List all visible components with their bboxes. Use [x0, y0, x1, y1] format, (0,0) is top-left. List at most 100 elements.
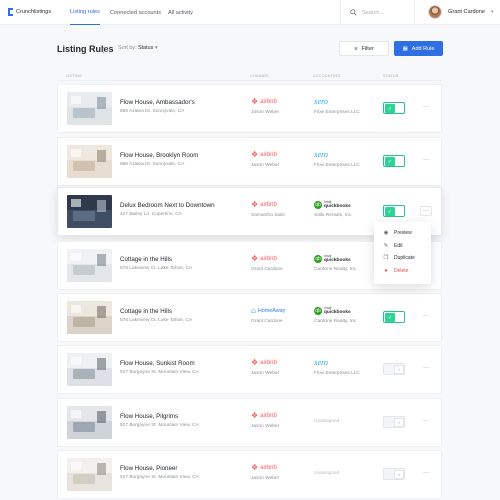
listing-thumbnail: [67, 458, 112, 491]
ellipsis-icon: ···: [423, 157, 429, 163]
status-toggle[interactable]: ✕: [383, 416, 405, 428]
x-icon: ✕: [394, 365, 404, 374]
channel-logo-text: HomeAway: [257, 307, 286, 314]
more-options-button[interactable]: ···: [420, 206, 432, 216]
user-name: Grant Cardone: [448, 9, 486, 15]
column-header-channel: CHANNEL: [250, 74, 270, 78]
listing-name: Cottage in the Hills: [120, 256, 172, 263]
listing-thumbnail: [67, 195, 112, 228]
channel-user: Jason Weber: [251, 476, 280, 481]
copy-icon: ❐: [383, 255, 389, 262]
listing-name: Flow House, Pioneer: [120, 465, 178, 472]
menu-item-label: Preview: [394, 230, 412, 237]
avatar: [428, 5, 442, 19]
xero-logo: xero: [314, 358, 328, 367]
channel-logo-text: airbnb: [260, 98, 277, 105]
homeaway-icon: ⌂: [251, 306, 256, 315]
pencil-icon: ✎: [383, 242, 389, 249]
listing-name: Flow House, Sunkist Room: [120, 360, 195, 367]
channel-logo-text: airbnb: [260, 201, 277, 208]
table-row[interactable]: Flow House, Ambassador's 886 Azalea Dr. S…: [57, 84, 442, 133]
channel-logo-text: airbnb: [260, 412, 277, 419]
table-row[interactable]: Cottage in the Hills 575 Lakeview Ct. Lak…: [57, 293, 442, 342]
homeaway-logo: ⌂ HomeAway: [251, 306, 285, 315]
filter-icon: ≡: [354, 45, 358, 52]
nav-connected-accounts[interactable]: Connected accounts: [110, 0, 161, 25]
status-toggle[interactable]: ✓: [383, 205, 405, 217]
listing-name: Delux Bedroom Next to Downtown: [120, 202, 215, 209]
menu-item-edit[interactable]: ✎ Edit: [374, 240, 431, 253]
accounting-name: Flow Enterprises LLC: [314, 163, 360, 168]
rule-count: (9): [102, 45, 112, 54]
menu-item-duplicate[interactable]: ❐ Duplicate: [374, 252, 431, 265]
menu-item-delete[interactable]: ● Delete: [374, 265, 431, 278]
quickbooks-icon: qb: [314, 200, 322, 209]
ellipsis-icon: ···: [423, 104, 429, 110]
status-toggle[interactable]: ✓: [383, 102, 405, 114]
nav-all-activity[interactable]: All activity: [168, 0, 193, 25]
listing-thumbnail: [67, 353, 112, 386]
ellipsis-icon: ···: [423, 470, 429, 476]
listing-address: 886 Azalea Dr. Sunnyvale, CA: [120, 162, 185, 167]
top-nav-bar: Crunchlistings Listing rules Connected a…: [0, 0, 500, 25]
more-options-button[interactable]: ···: [420, 469, 432, 479]
more-options-button[interactable]: ···: [420, 312, 432, 322]
menu-item-preview[interactable]: ◉ Preview: [374, 227, 431, 240]
airbnb-logo: ❖ airbnb: [251, 97, 277, 106]
airbnb-icon: ❖: [251, 200, 259, 209]
table-row[interactable]: Flow House, Brooklyn Room 886 Azalea Dr. …: [57, 137, 442, 186]
more-options-button[interactable]: ···: [420, 364, 432, 374]
airbnb-icon: ❖: [251, 150, 259, 159]
status-toggle[interactable]: ✓: [383, 311, 405, 323]
user-menu[interactable]: Grant Cardone ▾: [428, 5, 494, 19]
app-logo[interactable]: Crunchlistings: [8, 8, 51, 16]
accounting-name: Cardone Realty, Inc.: [314, 319, 358, 324]
xero-logo: xero: [314, 150, 328, 159]
status-toggle[interactable]: ✕: [383, 363, 405, 375]
listing-thumbnail: [67, 249, 112, 282]
channel-user: Jason Weber: [251, 163, 280, 168]
listing-address: 575 Lakeview Ct. Lake Tahoe, CA: [120, 318, 193, 323]
listing-address: 886 Azalea Dr. Sunnyvale, CA: [120, 109, 185, 114]
check-icon: ✓: [385, 157, 395, 166]
listing-thumbnail: [67, 92, 112, 125]
more-options-button[interactable]: ···: [420, 156, 432, 166]
table-row[interactable]: Flow House, Pilgrims 527 Burgoyne St. Mou…: [57, 398, 442, 447]
accounting-name: Sails Rentals, Inc.: [314, 213, 353, 218]
channel-user: Jason Weber: [251, 110, 280, 115]
table-row[interactable]: Flow House, Sunkist Room 527 Burgoyne St.…: [57, 345, 442, 394]
search-box[interactable]: Search...: [340, 0, 415, 25]
status-toggle[interactable]: ✕: [383, 468, 405, 480]
airbnb-icon: ❖: [251, 358, 259, 367]
row-context-menu: ◉ Preview ✎ Edit ❐ Duplicate ● Delete: [374, 222, 431, 284]
filter-button[interactable]: ≡ Filter: [339, 41, 389, 56]
sort-dropdown[interactable]: Sort by: Status ▾: [118, 45, 158, 51]
quickbooks-icon: qb: [314, 254, 322, 263]
add-rule-button[interactable]: ▦ Add Rule: [394, 41, 443, 56]
chevron-down-icon: ▾: [491, 9, 494, 15]
accounting-name: Flow Enterprises LLC: [314, 110, 360, 115]
column-header-listing: LISTING: [66, 74, 83, 78]
channel-user: Grant Cardone: [251, 319, 283, 324]
channel-logo-text: airbnb: [260, 255, 277, 262]
channel-logo-text: airbnb: [260, 464, 277, 471]
column-header-status: STATUS: [383, 74, 399, 78]
filter-label: Filter: [361, 45, 374, 52]
ellipsis-icon: ···: [423, 313, 429, 319]
quickbooks-icon: qb: [314, 306, 322, 315]
quickbooks-logo: qb intuit quickbooks: [314, 200, 351, 209]
airbnb-icon: ❖: [251, 463, 259, 472]
x-icon: ✕: [394, 418, 404, 427]
status-toggle[interactable]: ✓: [383, 155, 405, 167]
eye-icon: ◉: [383, 230, 389, 237]
search-input[interactable]: Search...: [362, 10, 384, 16]
table-row[interactable]: Flow House, Pioneer 527 Burgoyne St. Moun…: [57, 450, 442, 499]
quickbooks-logo: qb intuit quickbooks: [314, 306, 351, 315]
more-options-button[interactable]: ···: [420, 417, 432, 427]
nav-listing-rules[interactable]: Listing rules: [70, 0, 100, 25]
more-options-button[interactable]: ···: [420, 103, 432, 113]
listing-name: Flow House, Ambassador's: [120, 99, 195, 106]
app-name: Crunchlistings: [16, 9, 52, 15]
menu-item-label: Duplicate: [394, 255, 415, 262]
airbnb-logo: ❖ airbnb: [251, 150, 277, 159]
